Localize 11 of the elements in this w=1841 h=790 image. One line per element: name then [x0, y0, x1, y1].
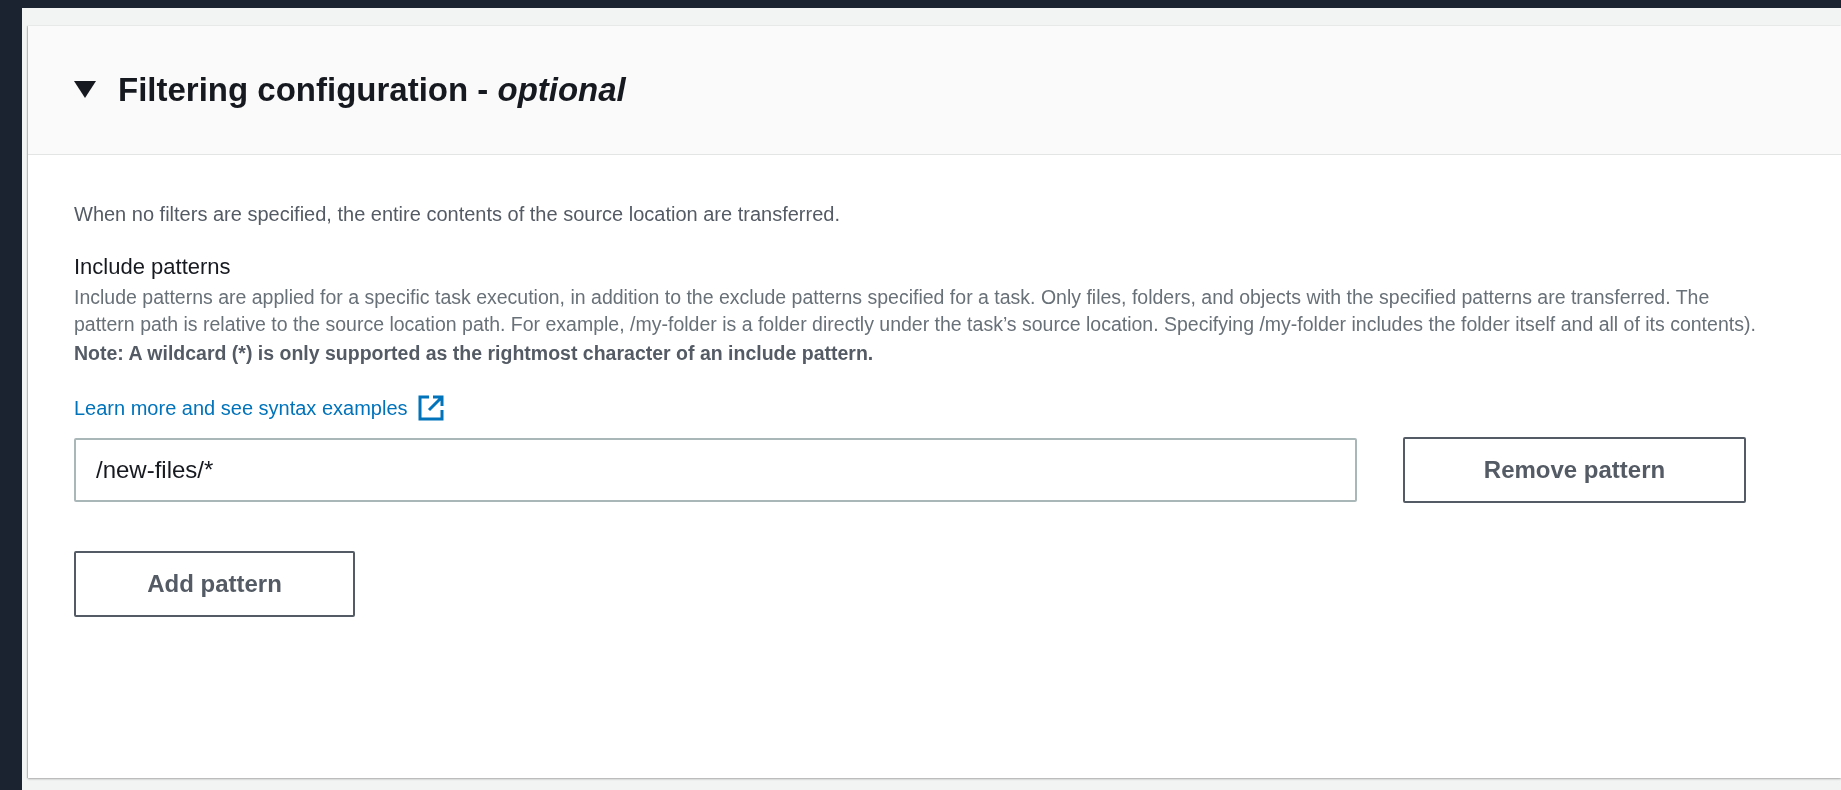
caret-down-icon[interactable] [74, 81, 96, 99]
pattern-input[interactable]: /new-files/* [74, 438, 1357, 502]
remove-pattern-button[interactable]: Remove pattern [1403, 437, 1746, 503]
field-note: Note: A wildcard (*) is only supported as the rightmost character of an include pattern. [74, 341, 875, 366]
external-link-icon [417, 395, 444, 421]
add-pattern-button[interactable]: Add pattern [74, 551, 355, 617]
section-title[interactable]: Filtering configuration - optional [118, 71, 626, 109]
field-label: Include patterns [74, 254, 232, 280]
field-description: Include patterns are applied for a specific task execution, in addition to the exclude patterns specified for a task. Only files, folders, and objects with the specified patterns are transferred. The pattern path is relative to the source location path. For example, /my-folder is a folder directly under the task’s source location. Specifying /my-folder includes the folder itself and all of its contents). [74, 285, 1757, 337]
section-description: When no filters are specified, the entire contents of the source location are transferred. [74, 203, 841, 226]
learn-more-link[interactable]: Learn more and see syntax examples [74, 395, 444, 421]
